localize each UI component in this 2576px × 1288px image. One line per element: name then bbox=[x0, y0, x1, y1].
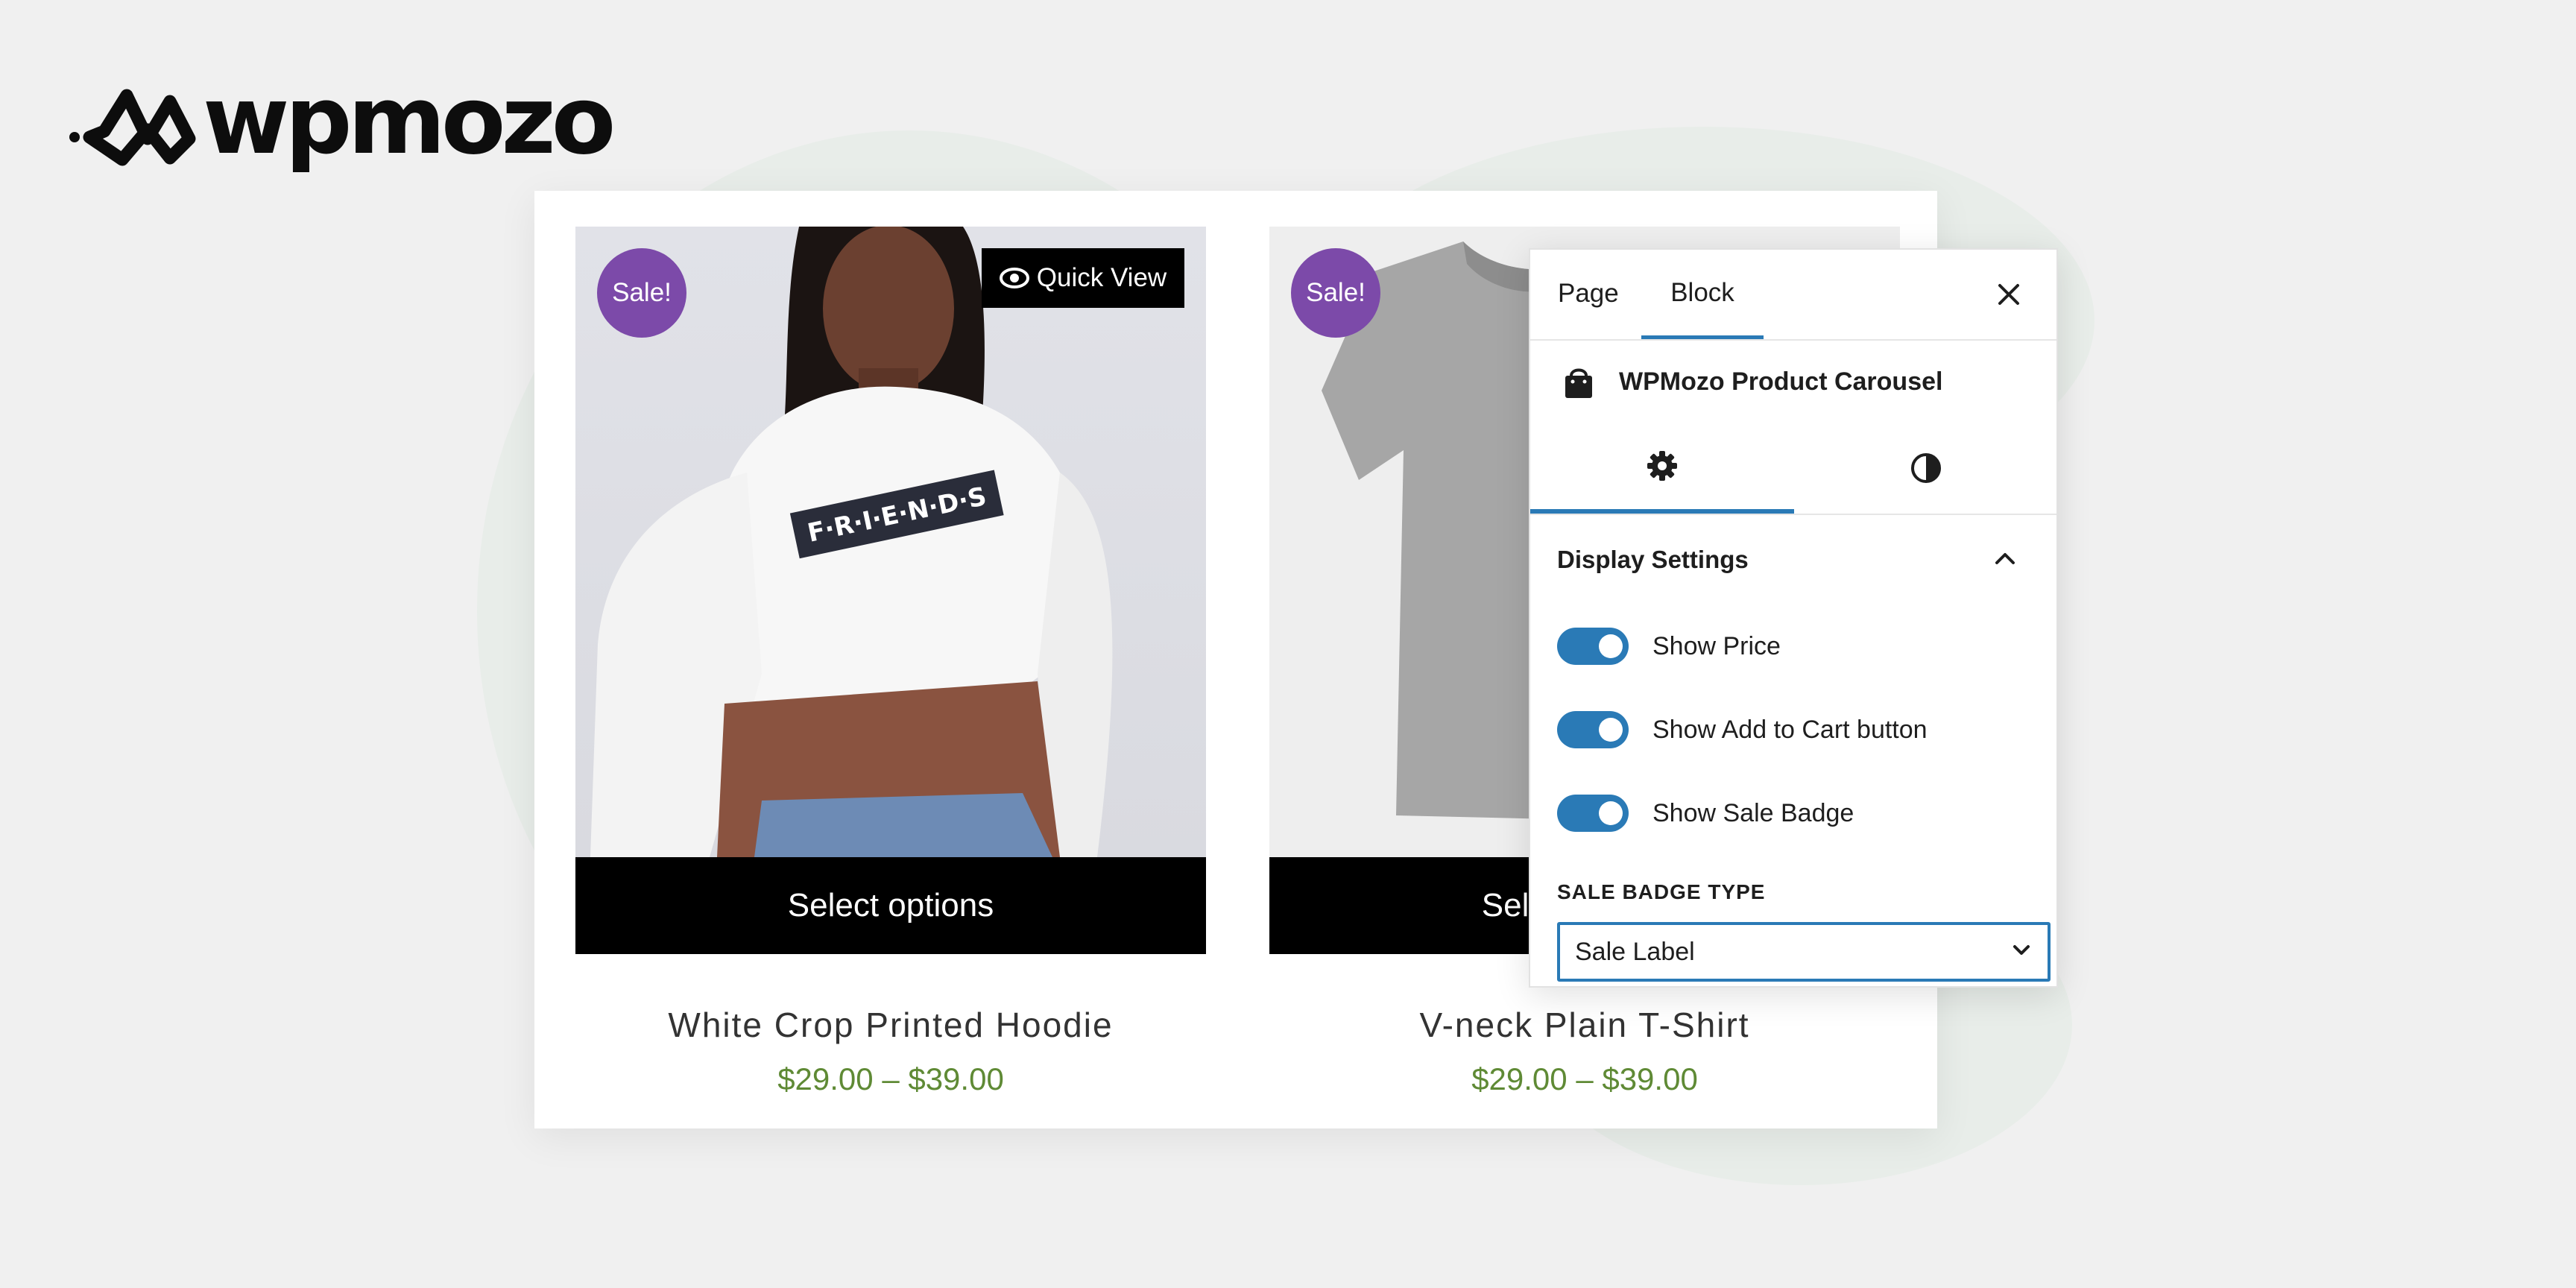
toggle-switch[interactable] bbox=[1557, 711, 1629, 748]
sale-badge-type-label: SALE BADGE TYPE bbox=[1557, 880, 1766, 903]
toggle-switch[interactable] bbox=[1557, 795, 1629, 832]
toggle-label: Show Add to Cart button bbox=[1652, 715, 1928, 744]
toggle-switch[interactable] bbox=[1557, 628, 1629, 665]
display-settings-header[interactable]: Display Settings bbox=[1530, 515, 2056, 604]
close-icon[interactable] bbox=[1997, 282, 2021, 306]
product-title[interactable]: V-neck Plain T-Shirt bbox=[1269, 1005, 1900, 1045]
product-price: $29.00 – $39.00 bbox=[777, 1061, 1004, 1096]
product-price: $29.00 – $39.00 bbox=[1471, 1061, 1698, 1096]
wpmozo-logo-mark-icon bbox=[69, 89, 196, 166]
sidebar-tabs: Page Block bbox=[1530, 250, 2056, 341]
quick-view-label: Quick View bbox=[1036, 263, 1167, 292]
gear-icon bbox=[1647, 451, 1677, 481]
toggle-label: Show Sale Badge bbox=[1652, 798, 1854, 827]
select-value: Sale Label bbox=[1575, 937, 1695, 966]
tab-styles[interactable] bbox=[1794, 423, 2058, 514]
tab-page[interactable]: Page bbox=[1558, 250, 1619, 338]
eye-icon bbox=[999, 268, 1029, 288]
quick-view-button[interactable]: Quick View bbox=[982, 248, 1184, 308]
select-options-button[interactable]: Select options bbox=[575, 857, 1206, 954]
sale-badge: Sale! bbox=[1291, 248, 1380, 338]
tab-settings[interactable] bbox=[1530, 423, 1794, 514]
sale-badge-type-select[interactable]: Sale Label bbox=[1557, 922, 2051, 982]
section-title: Display Settings bbox=[1557, 546, 1749, 573]
block-settings-panel: Page Block WPMozo Product Carousel Displ… bbox=[1529, 248, 2058, 988]
toggle-label: Show Price bbox=[1652, 631, 1781, 660]
contrast-icon bbox=[1911, 453, 1941, 483]
block-card: WPMozo Product Carousel bbox=[1530, 341, 2056, 423]
block-title: WPMozo Product Carousel bbox=[1619, 367, 1943, 396]
toggle-show-price: Show Price bbox=[1530, 604, 2056, 688]
wpmozo-logo: wpmozo bbox=[69, 74, 616, 174]
inspector-tabs bbox=[1530, 423, 2056, 515]
chevron-up-icon[interactable] bbox=[1994, 551, 2016, 566]
toggle-show-add-to-cart: Show Add to Cart button bbox=[1530, 688, 2056, 771]
product-image[interactable]: F·R·I·E·N·D·S Sale! Quick View bbox=[575, 227, 1206, 857]
sale-badge: Sale! bbox=[597, 248, 686, 338]
tab-block[interactable]: Block bbox=[1641, 250, 1764, 339]
chevron-down-icon bbox=[2013, 945, 2030, 955]
product-card: F·R·I·E·N·D·S Sale! Quick View Select op… bbox=[575, 227, 1206, 1097]
logo-wordmark: wpmozo bbox=[203, 66, 616, 175]
shopping-bag-icon bbox=[1565, 368, 1592, 398]
product-title[interactable]: White Crop Printed Hoodie bbox=[575, 1005, 1206, 1045]
toggle-show-sale-badge: Show Sale Badge bbox=[1530, 771, 2056, 855]
